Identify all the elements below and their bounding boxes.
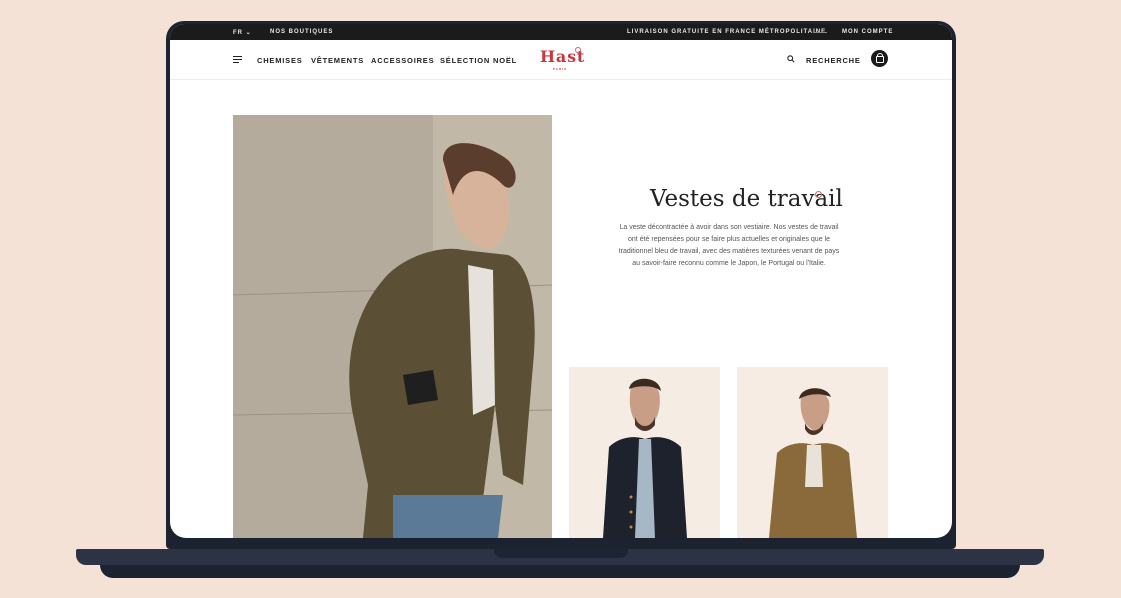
nav-item-accessoires[interactable]: ACCESSOIRES xyxy=(371,56,434,65)
language-label: FR xyxy=(233,30,243,36)
shipping-notice: LIVRAISON GRATUITE EN FRANCE MÉTROPOLITA… xyxy=(627,29,827,35)
top-bar: FR ⌄ NOS BOUTIQUES LIVRAISON GRATUITE EN… xyxy=(170,24,952,40)
logo-subtitle: PARIS xyxy=(553,67,567,71)
nav-item-vetements[interactable]: VÊTEMENTS xyxy=(311,56,364,65)
language-selector[interactable]: FR ⌄ xyxy=(233,29,252,36)
hero-image xyxy=(233,115,552,538)
main-nav: CHEMISES VÊTEMENTS ACCESSOIRES SÉLECTION… xyxy=(170,40,952,80)
search-icon[interactable] xyxy=(787,55,795,63)
product-card-image[interactable] xyxy=(737,367,888,538)
product-card-image[interactable] xyxy=(569,367,720,538)
stores-link[interactable]: NOS BOUTIQUES xyxy=(270,29,333,35)
account-link[interactable]: MON COMPTE xyxy=(842,29,893,35)
page-title: Vestes de travail xyxy=(650,186,843,212)
cart-button[interactable] xyxy=(871,50,888,67)
laptop-notch xyxy=(494,549,628,558)
menu-icon[interactable] xyxy=(233,56,242,64)
laptop-base-bottom xyxy=(100,565,1020,578)
divider xyxy=(813,32,827,33)
bag-icon xyxy=(876,56,884,63)
logo-mark-icon xyxy=(575,47,581,53)
screen: FR ⌄ NOS BOUTIQUES LIVRAISON GRATUITE EN… xyxy=(170,24,952,538)
nav-item-chemises[interactable]: CHEMISES xyxy=(257,56,303,65)
page-description: La veste décontractée à avoir dans son v… xyxy=(618,224,840,267)
title-mark-icon xyxy=(815,191,822,198)
nav-item-selection-noel[interactable]: SÉLECTION NOËL xyxy=(440,56,517,65)
search-button[interactable]: RECHERCHE xyxy=(806,56,861,65)
chevron-down-icon: ⌄ xyxy=(245,30,252,36)
